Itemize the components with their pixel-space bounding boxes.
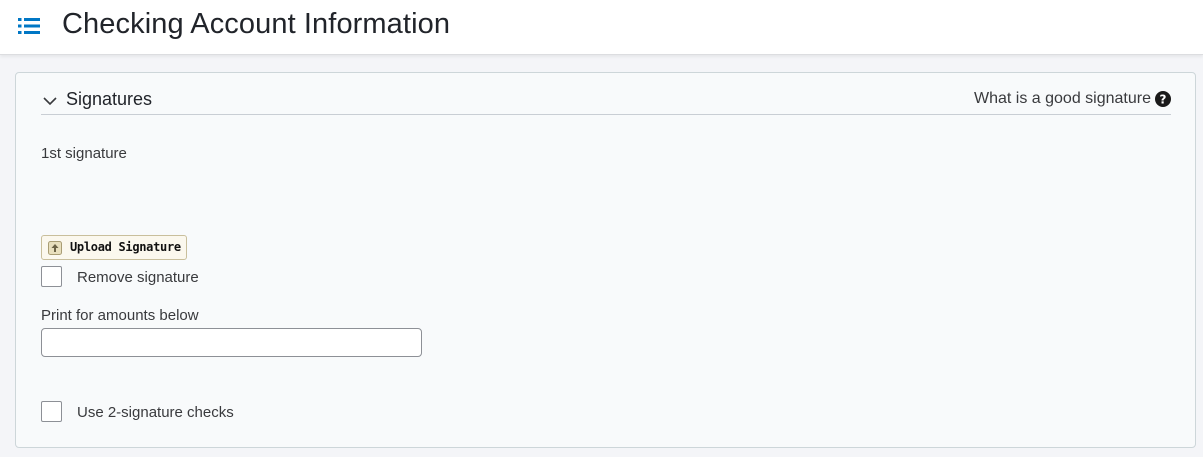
upload-signature-button[interactable]: Upload Signature: [41, 235, 187, 260]
two-signature-label: Use 2-signature checks: [77, 404, 234, 421]
remove-signature-checkbox[interactable]: [41, 266, 62, 287]
signatures-panel: Signatures What is a good signature ? 1s…: [15, 72, 1196, 448]
print-amounts-label: Print for amounts below: [41, 307, 199, 324]
chevron-down-icon[interactable]: [43, 93, 57, 106]
two-signature-checkbox[interactable]: [41, 401, 62, 422]
page-title: Checking Account Information: [62, 8, 451, 40]
signatures-section-header[interactable]: Signatures What is a good signature ?: [41, 87, 1171, 115]
question-circle-icon[interactable]: ?: [1155, 91, 1171, 107]
remove-signature-label: Remove signature: [77, 269, 199, 286]
page-header: Checking Account Information: [0, 0, 1203, 55]
section-title: Signatures: [66, 89, 153, 109]
arrow-up-icon: [48, 241, 62, 255]
upload-signature-label: Upload Signature: [70, 240, 181, 254]
svg-text:?: ?: [1160, 93, 1167, 107]
good-signature-help-link[interactable]: What is a good signature: [974, 90, 1151, 108]
print-amounts-input[interactable]: [41, 328, 422, 357]
list-icon[interactable]: [18, 17, 40, 35]
first-signature-label: 1st signature: [41, 145, 127, 162]
